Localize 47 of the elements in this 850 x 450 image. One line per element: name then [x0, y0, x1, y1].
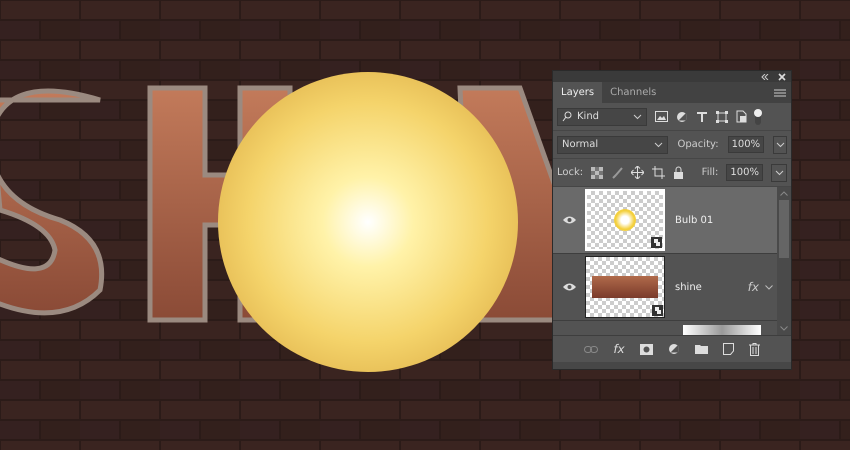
fill-label: Fill: — [702, 167, 718, 178]
eye-icon[interactable] — [562, 283, 576, 291]
folder-icon[interactable] — [694, 344, 708, 354]
panel-tab[interactable]: Layers — [553, 82, 602, 103]
filter-toggle[interactable] — [755, 108, 761, 124]
padlock-icon[interactable] — [673, 166, 684, 179]
eye-icon[interactable] — [562, 216, 576, 224]
crop-lock-icon[interactable] — [652, 166, 666, 179]
add-style-button[interactable]: fx — [613, 342, 625, 356]
resize-grip[interactable] — [553, 362, 791, 369]
move-lock-icon[interactable] — [631, 166, 644, 179]
scroll-up-icon[interactable] — [780, 191, 788, 196]
image-filter-icon[interactable] — [655, 111, 668, 122]
shape-filter-icon[interactable] — [716, 110, 728, 122]
blend-mode-dropdown[interactable]: Normal — [557, 136, 668, 154]
close-icon[interactable] — [778, 72, 786, 80]
layer-name: Bulb 01 — [675, 214, 714, 226]
checkerboard-lock-icon[interactable] — [591, 166, 604, 178]
chevron-down-icon — [774, 170, 784, 176]
filter-dropdown[interactable]: Kind — [557, 108, 647, 126]
collapse-icon[interactable] — [761, 74, 769, 80]
type-filter-icon[interactable] — [696, 110, 708, 122]
smart-object-filter-icon[interactable] — [736, 110, 747, 123]
fill-dropdown-button[interactable] — [771, 164, 787, 182]
opacity-label: Opacity: — [677, 139, 719, 150]
mask-icon[interactable] — [640, 344, 653, 354]
new-layer-icon[interactable] — [722, 343, 734, 355]
search-icon — [562, 111, 572, 122]
chevron-down-icon — [633, 114, 642, 120]
chevron-down-icon — [654, 142, 664, 148]
effects-label: fx — [748, 280, 759, 294]
opacity-dropdown-button[interactable] — [773, 136, 787, 154]
scrollbar[interactable] — [777, 187, 791, 335]
layer-name: shine — [675, 282, 702, 292]
chevron-down-icon — [776, 142, 785, 148]
menu-icon[interactable] — [774, 88, 786, 96]
expand-icon[interactable] — [765, 284, 773, 290]
adjustment-layer-icon[interactable] — [668, 343, 680, 355]
scroll-down-icon[interactable] — [780, 326, 788, 331]
opacity-field[interactable]: 100% — [728, 136, 764, 153]
adjustment-filter-icon[interactable] — [676, 110, 688, 122]
brush-lock-icon[interactable] — [611, 166, 624, 178]
trash-icon[interactable] — [748, 342, 760, 356]
layer-row[interactable]: shine fx — [553, 254, 777, 321]
lock-label: Lock: — [557, 167, 584, 178]
fill-field[interactable]: 100% — [726, 164, 763, 181]
layer-row[interactable]: Bulb 01 — [553, 187, 777, 254]
